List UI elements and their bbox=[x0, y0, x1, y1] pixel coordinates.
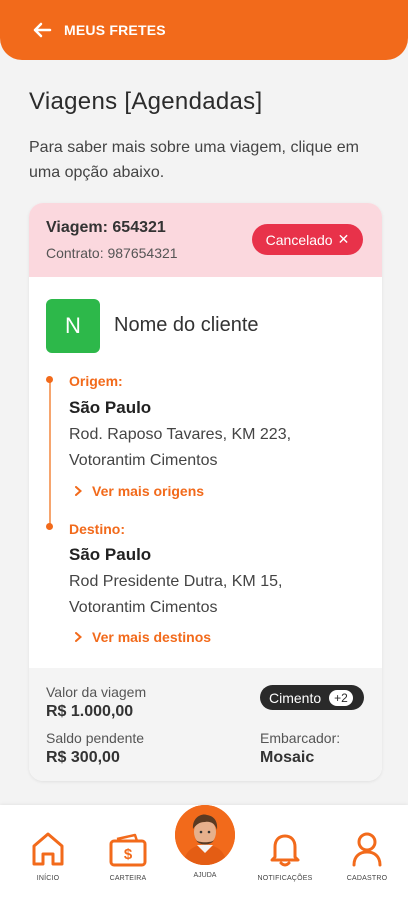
destination-city: São Paulo bbox=[69, 545, 152, 564]
origin-dot bbox=[46, 376, 53, 383]
contract-id: Contrato: 987654321 bbox=[46, 245, 178, 261]
tab-notificacoes[interactable]: NOTIFICAÇÕES bbox=[245, 805, 325, 882]
status-label: Cancelado bbox=[265, 231, 333, 248]
chevron-right-icon bbox=[75, 483, 83, 499]
trip-id: Viagem: 654321 bbox=[46, 219, 166, 236]
more-origins-link[interactable]: Ver mais origens bbox=[75, 483, 204, 499]
destination-address-line2: Votorantim Cimentos bbox=[69, 599, 218, 616]
tab-label: INÍCIO bbox=[36, 875, 60, 882]
chevron-right-icon bbox=[75, 629, 83, 645]
status-badge: Cancelado ✕ bbox=[252, 224, 363, 255]
trip-card-header: Viagem: 654321 Contrato: 987654321 Cance… bbox=[29, 203, 382, 277]
more-destinations-label: Ver mais destinos bbox=[92, 629, 212, 645]
tab-label: CARTEIRA bbox=[109, 875, 147, 882]
shipper-value: Mosaic bbox=[260, 749, 315, 766]
tab-inicio[interactable]: INÍCIO bbox=[8, 805, 88, 882]
trip-value-label: Valor da viagem bbox=[46, 684, 147, 700]
more-origins-label: Ver mais origens bbox=[92, 483, 205, 499]
trip-card[interactable]: Viagem: 654321 Contrato: 987654321 Cance… bbox=[29, 203, 382, 781]
origin-address: Rod. Raposo Tavares, KM 223, Votorantim … bbox=[69, 422, 369, 474]
client-avatar: N bbox=[46, 299, 100, 353]
destination-dot bbox=[46, 523, 53, 530]
close-icon: ✕ bbox=[337, 231, 350, 247]
cargo-label: Cimento bbox=[269, 689, 322, 706]
svg-text:$: $ bbox=[124, 846, 133, 863]
origin-address-line2: Votorantim Cimentos bbox=[69, 452, 218, 469]
balance-value: R$ 300,00 bbox=[46, 749, 120, 766]
bell-icon bbox=[269, 827, 301, 867]
arrow-left-icon[interactable] bbox=[32, 19, 54, 41]
home-icon bbox=[31, 827, 65, 867]
route-line bbox=[49, 379, 51, 527]
tab-label: CADASTRO bbox=[346, 875, 388, 882]
balance-label: Saldo pendente bbox=[46, 730, 145, 746]
destination-label: Destino: bbox=[69, 521, 125, 537]
tab-cadastro[interactable]: CADASTRO bbox=[327, 805, 407, 882]
wallet-icon: $ bbox=[109, 827, 147, 867]
origin-city: São Paulo bbox=[69, 398, 152, 417]
tab-label: NOTIFICAÇÕES bbox=[257, 875, 313, 882]
origin-label: Origem: bbox=[69, 373, 123, 389]
cargo-count-badge: +2 bbox=[329, 689, 353, 706]
tab-carteira[interactable]: $ CARTEIRA bbox=[88, 805, 168, 882]
shipper-label: Embarcador: bbox=[260, 730, 341, 746]
tab-ajuda-label: AJUDA bbox=[193, 872, 217, 879]
destination-address-line1: Rod Presidente Dutra, KM 15, bbox=[69, 573, 283, 590]
help-avatar[interactable] bbox=[175, 805, 235, 865]
cargo-chip[interactable]: Cimento +2 bbox=[260, 685, 364, 710]
page-title: Viagens [Agendadas] bbox=[29, 88, 263, 115]
origin-address-line1: Rod. Raposo Tavares, KM 223, bbox=[69, 426, 292, 443]
intro-text: Para saber mais sobre uma viagem, clique… bbox=[29, 139, 359, 181]
trip-value: R$ 1.000,00 bbox=[46, 703, 134, 720]
app-header: MEUS FRETES bbox=[0, 0, 408, 60]
client-name: Nome do cliente bbox=[114, 314, 259, 336]
more-destinations-link[interactable]: Ver mais destinos bbox=[75, 629, 211, 645]
destination-address: Rod Presidente Dutra, KM 15, Votorantim … bbox=[69, 569, 369, 621]
user-icon bbox=[351, 827, 383, 867]
header-title[interactable]: MEUS FRETES bbox=[64, 22, 166, 38]
